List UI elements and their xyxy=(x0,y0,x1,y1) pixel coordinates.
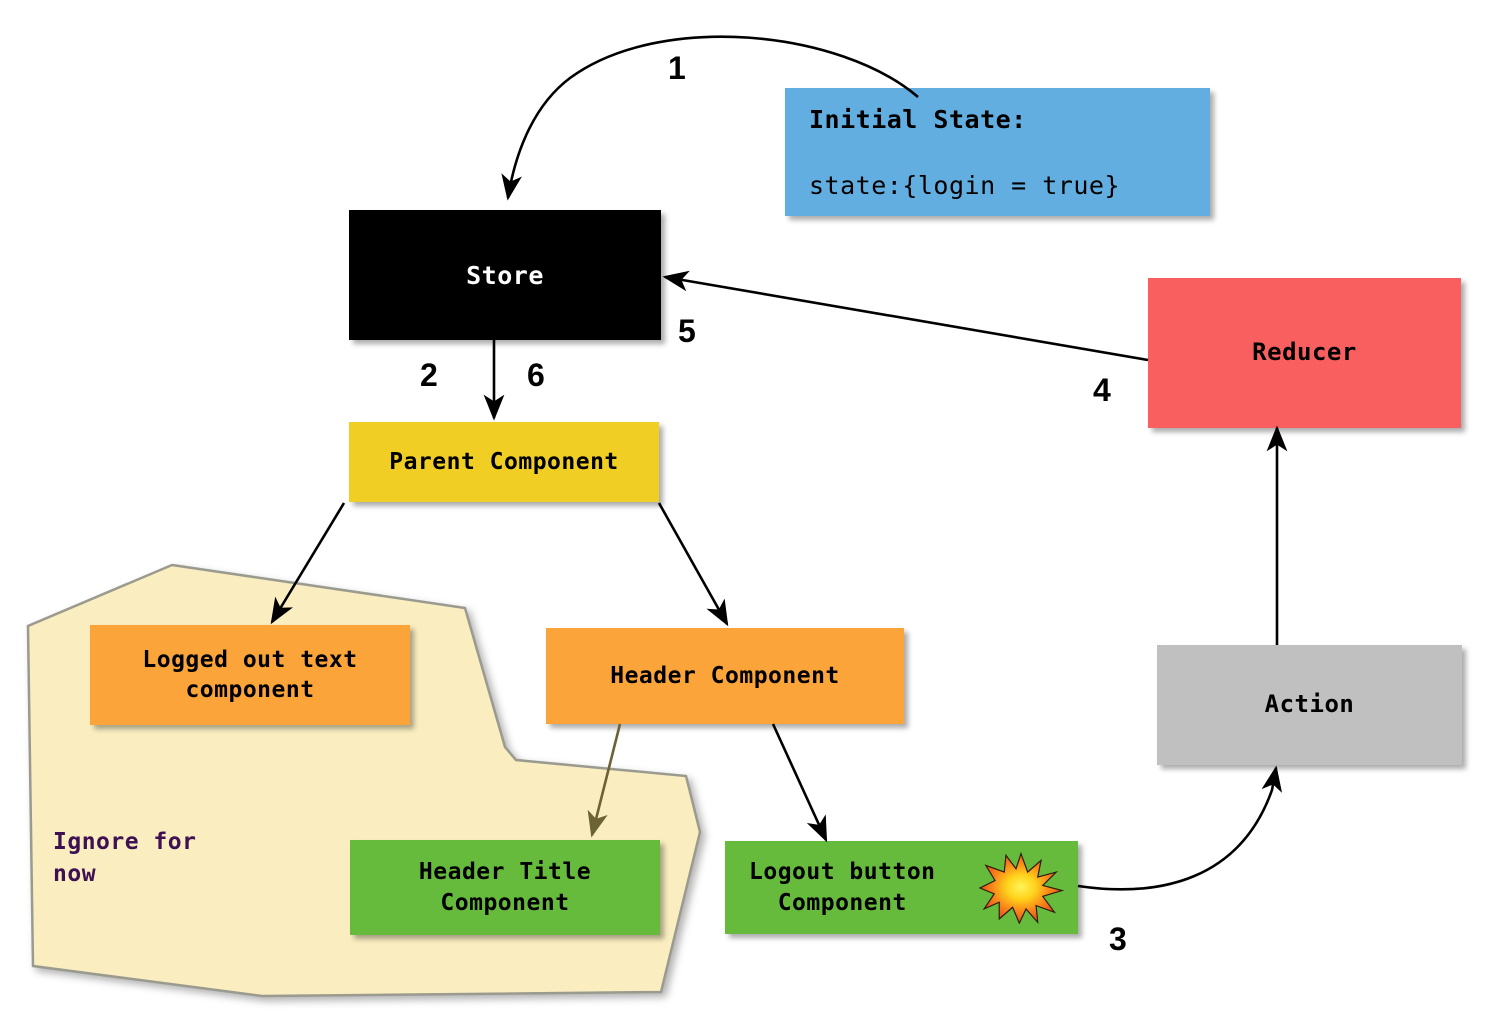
store-label: Store xyxy=(466,260,544,290)
header-title-component-label: Header Title Component xyxy=(418,859,592,916)
node-parent-component[interactable]: Parent Component xyxy=(349,422,659,502)
node-initial-state[interactable]: Initial State: state:{login = true} xyxy=(785,88,1210,216)
edge-parent-to-logged-out-text xyxy=(270,502,346,625)
node-header-component[interactable]: Header Component xyxy=(546,628,904,724)
node-store[interactable]: Store xyxy=(349,210,661,340)
parent-component-label: Parent Component xyxy=(389,448,619,475)
node-action[interactable]: Action xyxy=(1157,645,1462,765)
header-component-label: Header Component xyxy=(610,662,840,689)
node-logout-button-component[interactable]: Logout button Component xyxy=(725,841,1078,934)
edge-logout-button-to-action xyxy=(1077,765,1283,891)
edge-label-step-6: 6 xyxy=(527,357,545,393)
action-label: Action xyxy=(1264,690,1355,719)
edge-label-step-3: 3 xyxy=(1109,921,1127,957)
edge-label-step-2: 2 xyxy=(420,357,438,393)
edge-parent-to-header-component xyxy=(657,502,729,627)
edge-header-to-logout-button xyxy=(771,723,828,843)
edge-label-step-5: 5 xyxy=(678,313,696,349)
ignore-for-now-note: Ignore for now xyxy=(53,793,196,891)
diagram-canvas: Initial State: state:{login = true} Stor… xyxy=(0,0,1500,1022)
logged-out-text-label: Logged out text component xyxy=(142,646,358,703)
node-logged-out-text-component[interactable]: Logged out text component xyxy=(90,625,410,725)
edge-reducer-to-store xyxy=(662,270,1149,362)
collision-icon xyxy=(978,851,1064,924)
node-reducer[interactable]: Reducer xyxy=(1148,278,1461,428)
node-header-title-component[interactable]: Header Title Component xyxy=(350,840,660,935)
edge-header-to-header-title xyxy=(587,723,622,838)
logout-button-label: Logout button Component xyxy=(749,859,936,916)
ignore-note-label: Ignore for now xyxy=(53,828,197,888)
edge-label-step-4: 4 xyxy=(1093,372,1111,408)
initial-state-title: Initial State: xyxy=(809,104,1027,134)
initial-state-value: state:{login = true} xyxy=(809,170,1121,200)
reducer-label: Reducer xyxy=(1252,338,1357,367)
edge-label-step-1: 1 xyxy=(668,50,686,86)
